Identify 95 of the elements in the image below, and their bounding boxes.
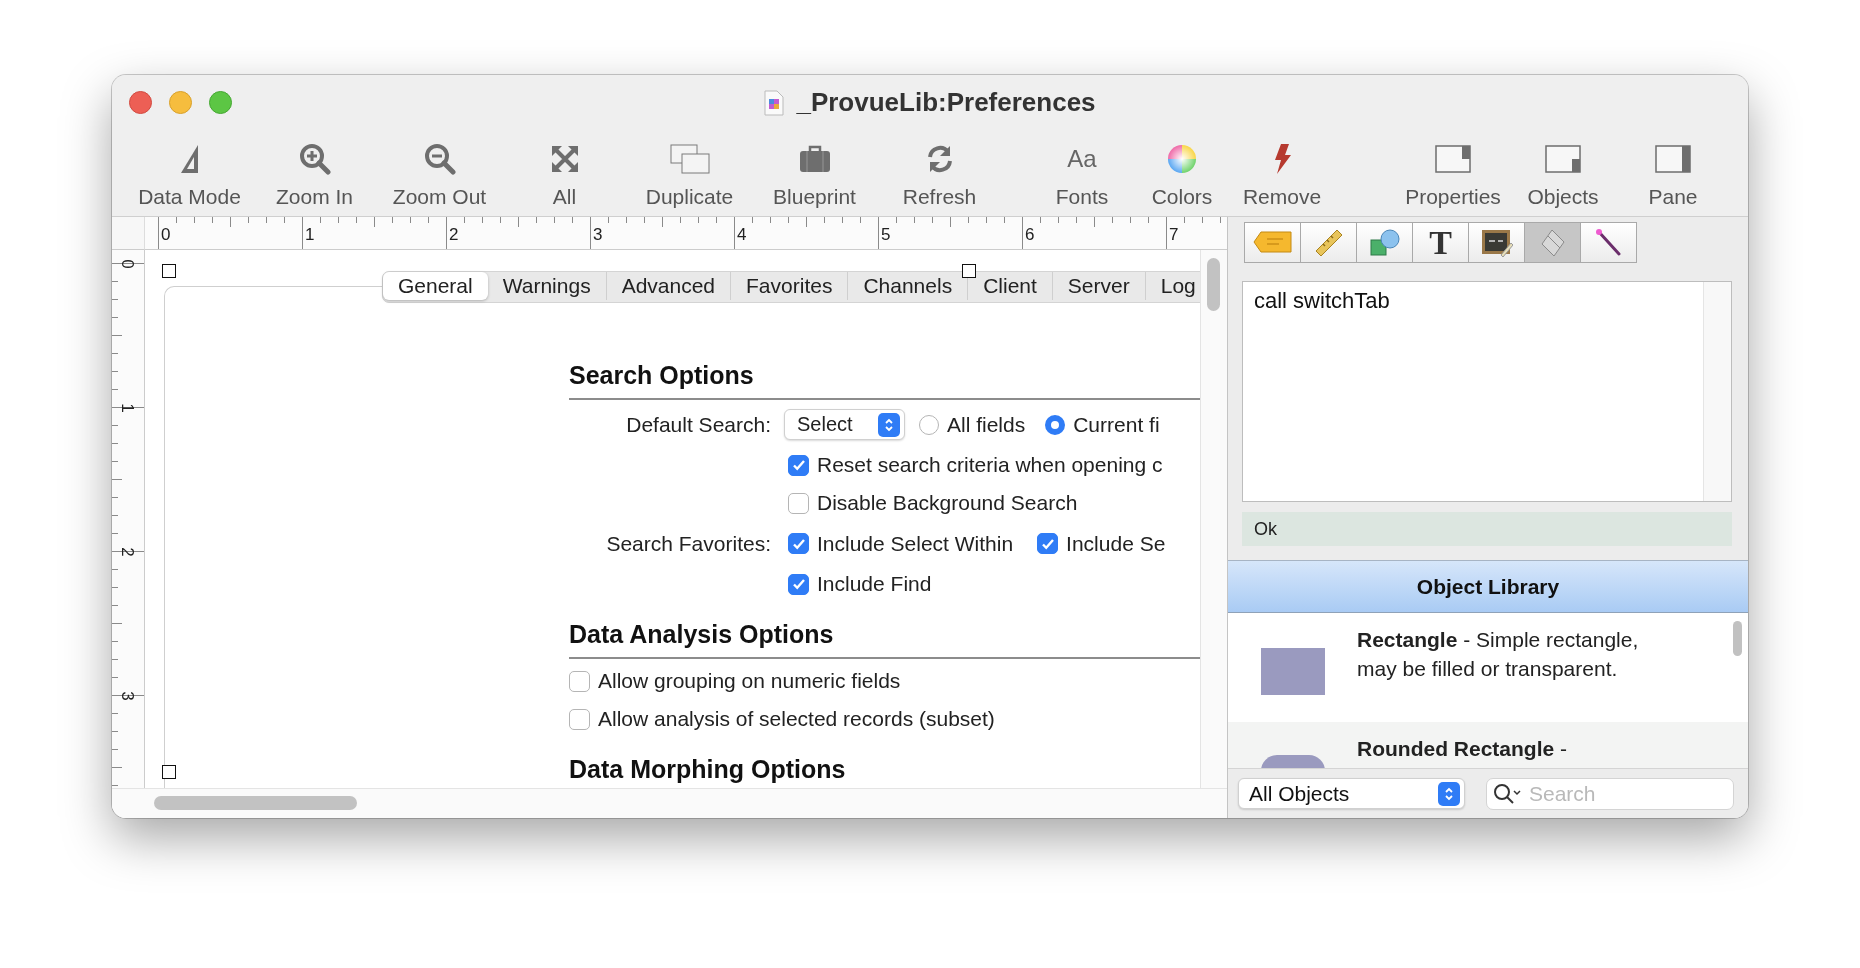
scrollbar-thumb[interactable] [154,796,357,810]
toolbar-button[interactable]: Duplicate [627,136,752,218]
checkbox-label: Include Se [1066,531,1166,556]
ruler-number: 2 [116,547,137,557]
magic-wand-icon [1594,228,1623,257]
tab[interactable]: General [383,272,488,300]
tag-icon [1252,229,1293,256]
color-wheel-icon [1167,144,1197,174]
eraser-icon [1539,227,1566,258]
duplicate-icon [669,144,710,174]
filter-dropdown[interactable]: All Objects [1238,778,1465,809]
toolbar-button[interactable]: Remove [1232,136,1332,218]
search-field[interactable]: Search [1486,777,1734,810]
fonts-icon: Aa [1067,145,1097,173]
script-editor[interactable]: call switchTab [1242,281,1732,502]
ruler-number: 2 [449,225,459,245]
toolbar-button[interactable]: Aa Fonts [1032,136,1132,218]
toolbar-button[interactable]: Refresh [877,136,1002,218]
lightning-bolt-icon [1272,143,1292,175]
library-item[interactable]: Rectangle - Simple rectangle, may be filled or transparent. [1228,613,1748,722]
ruler-number: 0 [116,259,137,269]
checkbox[interactable] [788,492,809,514]
tab[interactable]: Warnings [487,272,606,300]
checkbox[interactable] [569,670,590,692]
stepper-icon [878,412,900,437]
checkbox[interactable] [1037,533,1059,554]
field-label: Default Search: [626,412,771,436]
ruler-number: 0 [161,225,171,245]
ruler-number: 5 [881,225,891,245]
shapes-icon [1368,228,1401,257]
search-icon [1493,782,1523,805]
checkbox-label: Allow analysis of selected records (subset) [598,707,995,731]
checkbox-label: Include Select Within [817,531,1014,556]
selection-handle[interactable] [162,765,176,779]
library-item[interactable]: Rounded Rectangle - [1228,722,1748,768]
checkbox[interactable] [788,533,809,554]
tab[interactable]: Favorites [730,272,848,300]
toolbar-button[interactable]: Zoom Out [377,136,502,218]
sidebar-pane-icon [1545,145,1581,173]
ruler-number: 3 [116,691,137,701]
item-description: Rounded Rectangle - [1357,736,1567,762]
briefcase-icon [798,145,831,173]
checkbox-label: Allow grouping on numeric fields [598,669,901,693]
window-title: _ProvueLib:Preferences [796,87,1096,118]
tool-button[interactable] [1468,222,1525,263]
sidebar-pane-icon [1655,145,1691,173]
toolbar-button[interactable]: Pane [1618,136,1728,218]
ruler-number: 1 [116,403,137,413]
checkbox[interactable] [788,454,809,476]
checkbox[interactable] [569,708,590,730]
ruler-number: 7 [1169,225,1179,245]
radio-button[interactable] [919,414,939,435]
status-text: Ok [1254,518,1277,540]
tool-button[interactable]: T [1412,222,1469,263]
ruler-number: 1 [305,225,315,245]
close-button[interactable] [129,91,152,114]
item-description: Rectangle - Simple rectangle, may be filled or transparent. [1357,627,1640,682]
checkbox-label: Disable Background Search [817,491,1078,515]
checkbox[interactable] [788,573,809,595]
panel-title: Object Library [1416,574,1560,599]
radio-button[interactable] [1045,414,1066,435]
ruler-icon [1313,227,1344,258]
scrollbar-track[interactable] [1703,282,1731,501]
rectangle-preview [1260,648,1325,695]
checkbox-label: Reset search criteria when opening c [817,453,1163,477]
scrollbar-thumb[interactable] [1733,621,1742,656]
ruler-number: 4 [737,225,747,245]
tab[interactable]: Advanced [605,272,731,300]
sidebar-pane-icon [1435,145,1471,173]
zoom-out-icon [423,143,456,175]
document-icon [764,89,785,116]
field-label: Search Favorites: [606,531,771,555]
zoom-button[interactable] [209,91,232,114]
tool-button[interactable] [1580,222,1637,263]
radio-label: All fields [947,412,1026,437]
chalkboard-icon [1480,228,1513,257]
tab[interactable]: Server [1051,272,1145,300]
checkbox-label: Include Find [817,572,932,596]
radio-label: Current fi [1073,412,1160,437]
ruler-number: 3 [593,225,603,245]
script-text: call switchTab [1254,288,1390,314]
toolbar-button[interactable]: Zoom In [252,136,377,218]
toolbar-button[interactable]: All [502,136,627,218]
zoom-in-icon [298,143,331,175]
ruler-number: 6 [1025,225,1035,245]
toolbar-button[interactable]: Objects [1508,136,1618,218]
selection-handle[interactable] [162,264,176,278]
minimize-button[interactable] [169,91,192,114]
expand-arrows-icon [550,145,579,173]
search-type-dropdown[interactable]: Select [784,409,905,440]
text-tool-icon: T [1429,225,1452,260]
selection-handle[interactable] [962,264,976,278]
toolbar-button[interactable]: Properties [1398,136,1508,218]
stepper-icon [1438,781,1460,806]
scrollbar-thumb[interactable] [1207,258,1220,311]
